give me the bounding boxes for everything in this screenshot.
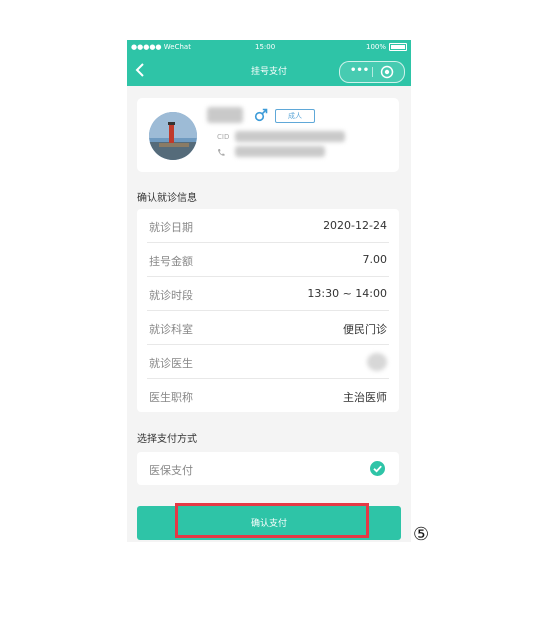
fee-value: 7.00 [362,253,388,266]
list-item: 医生职称 主治医师 [147,379,389,412]
battery-percent: 100% [365,43,386,51]
payment-option-medical-insurance[interactable]: 医保支付 [147,452,389,485]
avatar [149,112,197,160]
nav-bar: 挂号支付 ••• [127,54,411,86]
list-item: 就诊日期 2020-12-24 [147,209,389,243]
department-label: 就诊科室 [149,323,193,336]
mini-program-capsule: ••• [339,61,405,83]
capsule-divider [372,67,373,77]
list-item: 就诊科室 便民门诊 [147,311,389,345]
visit-date-label: 就诊日期 [149,221,193,234]
payment-method-card: 医保支付 [137,452,399,485]
list-item: 就诊时段 13:30 ~ 14:00 [147,277,389,311]
more-icon[interactable]: ••• [350,66,369,76]
list-item: 挂号金额 7.00 [147,243,389,277]
payment-option-label: 医保支付 [149,464,193,477]
doctor-label: 就诊医生 [149,357,193,370]
male-gender-icon [254,108,268,122]
time-slot-label: 就诊时段 [149,289,193,302]
phone-icon [218,149,225,156]
blurred-phone-number [235,146,325,157]
visit-info-heading: 确认就诊信息 [137,193,197,204]
id-card-label: CID [217,133,230,141]
check-circle-icon[interactable] [370,461,385,476]
visit-info-card: 就诊日期 2020-12-24 挂号金额 7.00 就诊时段 13:30 ~ 1… [137,209,399,412]
step-number-marker: ⑤ [413,524,430,545]
adult-badge: 成人 [275,109,315,123]
battery-indicator: 100% [366,43,407,51]
lighthouse-image [149,112,197,160]
blurred-id-number [235,131,345,142]
highlight-box [175,503,369,538]
department-value: 便民门诊 [343,323,387,336]
patient-card[interactable]: 成人 CID [137,98,399,172]
battery-icon [389,43,407,51]
phone-screen: ●●●●● WeChat 15:00 100% 挂号支付 ••• 成人 CID … [127,40,411,542]
blurred-doctor-name [367,353,387,371]
list-item: 就诊医生 [147,345,389,379]
status-bar: ●●●●● WeChat 15:00 100% [127,40,411,54]
doctor-title-value: 主治医师 [343,391,387,404]
visit-date-value: 2020-12-24 [323,219,387,232]
close-target-icon[interactable] [380,65,394,79]
fee-label: 挂号金额 [149,255,193,268]
blurred-name [207,107,243,123]
time-slot-value: 13:30 ~ 14:00 [307,287,387,300]
clock: 15:00 [255,43,276,51]
doctor-title-label: 医生职称 [149,391,193,404]
carrier-label: ●●●●● WeChat [131,43,191,51]
payment-method-heading: 选择支付方式 [137,434,197,445]
